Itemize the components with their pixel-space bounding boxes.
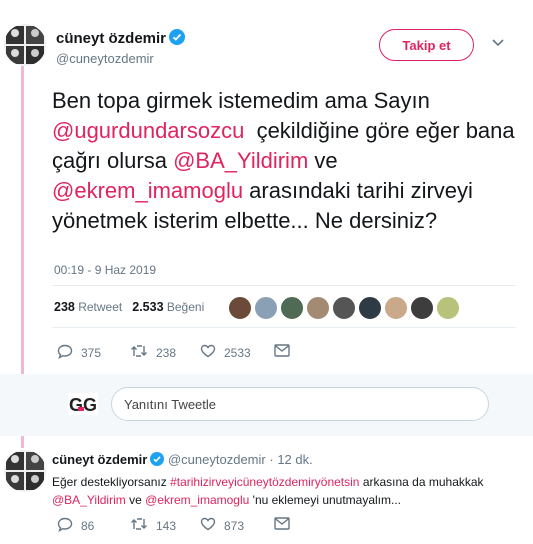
reply-action[interactable]: 375 [57, 344, 101, 362]
mention-link[interactable]: @ekrem_imamoglu [52, 178, 243, 203]
mention-link[interactable]: @BA_Yildirim [52, 493, 126, 507]
direct-message-action[interactable] [274, 517, 290, 533]
reply-action[interactable]: 86 [57, 517, 94, 535]
reply-author-handle[interactable]: @cuneytozdemir [168, 452, 266, 467]
reply-icon [57, 517, 73, 535]
text-segment: Eğer destekliyorsanız [52, 475, 171, 489]
mention-link[interactable]: #tarihizirveyicüneytözdemiryönetsin [170, 475, 359, 489]
mention-link[interactable]: @BA_Yildirim [173, 148, 308, 173]
gg-logo: GG [68, 393, 98, 415]
like-count: 2.533 [132, 300, 164, 314]
like-stat[interactable]: 2.533 Beğeni [132, 300, 204, 314]
liker-avatar[interactable] [358, 296, 382, 320]
mention-link[interactable]: @ugurdundarsozcu [52, 118, 244, 143]
author-avatar[interactable] [4, 24, 46, 66]
author-handle[interactable]: @cuneytozdemir [56, 51, 154, 66]
text-segment: ve [308, 148, 344, 173]
heart-icon [200, 344, 216, 361]
liker-avatar[interactable] [280, 296, 304, 320]
retweet-action-count: 238 [156, 345, 177, 360]
gg-logo-text: GG [69, 395, 97, 415]
reply-count: 86 [81, 519, 95, 533]
reply-count: 375 [81, 346, 102, 360]
text-segment: arkasına da muhakkak [359, 475, 487, 489]
liker-avatar[interactable] [228, 296, 252, 320]
like-action-count: 873 [224, 518, 245, 533]
retweet-action[interactable]: 238 [130, 344, 176, 361]
direct-message-action[interactable] [274, 344, 290, 360]
reply-tweet-text: Eğer destekliyorsanız #tarihizirveyicüne… [52, 473, 522, 509]
like-label: Beğeni [166, 300, 205, 314]
follow-button[interactable]: Takip et [379, 29, 474, 61]
text-segment: ve [125, 493, 146, 507]
tweet-stats: 238 Retweet 2.533 Beğeni [54, 300, 204, 314]
reply-input[interactable] [111, 387, 489, 421]
reply-timestamp[interactable]: 12 dk. [277, 452, 312, 467]
reply-author-name[interactable]: cüneyt özdemir [52, 452, 147, 467]
message-icon [274, 517, 290, 533]
message-icon [274, 344, 290, 360]
retweet-label: Retweet [78, 300, 123, 314]
retweet-icon [130, 344, 148, 361]
meta-separator: · [269, 452, 274, 467]
liker-avatar[interactable] [410, 296, 434, 320]
heart-icon [200, 517, 216, 534]
verified-badge-icon [150, 452, 165, 469]
liker-avatar[interactable] [332, 296, 356, 320]
liker-avatar[interactable] [306, 296, 330, 320]
text-segment: Ben topa girmek istemedim ama Sayın [52, 88, 436, 113]
divider [52, 285, 516, 286]
mention-link[interactable]: @ekrem_imamoglu [145, 493, 249, 507]
retweet-icon [130, 517, 148, 534]
reply-icon [57, 344, 73, 362]
retweet-action-count: 143 [156, 518, 177, 533]
verified-badge-icon [169, 29, 186, 49]
liker-avatar[interactable] [436, 296, 460, 320]
author-name[interactable]: cüneyt özdemir [56, 29, 186, 49]
author-name-text[interactable]: cüneyt özdemir [56, 30, 166, 47]
liker-avatar[interactable] [384, 296, 408, 320]
chevron-down-icon[interactable] [492, 36, 504, 50]
retweet-count: 238 [54, 300, 75, 314]
like-action[interactable]: 2533 [200, 344, 251, 361]
tweet-text: Ben topa girmek istemedim ama Sayın @ugu… [52, 86, 522, 236]
reply-header: cüneyt özdemir @cuneytozdemir · 12 dk. [52, 452, 313, 469]
like-action-count: 2533 [224, 345, 251, 360]
liker-avatar[interactable] [254, 296, 278, 320]
reply-author-avatar[interactable] [4, 450, 46, 492]
like-action[interactable]: 873 [200, 517, 244, 534]
retweet-stat[interactable]: 238 Retweet [54, 300, 122, 314]
divider [52, 327, 516, 328]
tweet-timestamp[interactable]: 00:19 - 9 Haz 2019 [54, 263, 156, 277]
retweet-action[interactable]: 143 [130, 517, 176, 534]
text-segment: 'nu eklemeyi unutmayalım... [249, 493, 402, 507]
